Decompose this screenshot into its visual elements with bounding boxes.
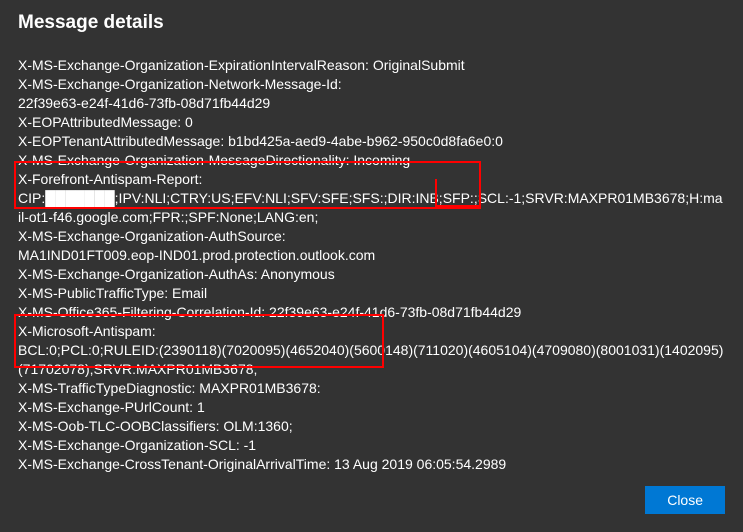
header-line: X-MS-Exchange-PUrlCount: 1	[18, 398, 725, 417]
header-line: X-Forefront-Antispam-Report:	[18, 170, 725, 189]
header-line: CIP:███████;IPV:NLI;CTRY:US;EFV:NLI;SFV:…	[18, 189, 725, 227]
header-line: X-EOPAttributedMessage: 0	[18, 113, 725, 132]
message-headers-body: X-MS-Exchange-Organization-ExpirationInt…	[18, 56, 725, 474]
header-line: X-MS-Exchange-Organization-AuthAs: Anony…	[18, 265, 725, 284]
header-line: X-MS-Exchange-Organization-Network-Messa…	[18, 75, 725, 94]
header-line: X-MS-Exchange-Organization-ExpirationInt…	[18, 56, 725, 75]
header-line: X-MS-Office365-Filtering-Correlation-Id:…	[18, 303, 725, 322]
dialog-title: Message details	[18, 12, 725, 34]
header-line: X-MS-Oob-TLC-OOBClassifiers: OLM:1360;	[18, 417, 725, 436]
close-button[interactable]: Close	[645, 486, 725, 514]
header-line: X-EOPTenantAttributedMessage: b1bd425a-a…	[18, 132, 725, 151]
header-line: X-Microsoft-Antispam:	[18, 322, 725, 341]
header-line: X-MS-Exchange-CrossTenant-OriginalArriva…	[18, 455, 725, 474]
header-line: X-MS-Exchange-Organization-SCL: -1	[18, 436, 725, 455]
header-line: X-MS-Exchange-Organization-MessageDirect…	[18, 151, 725, 170]
header-line: X-MS-PublicTrafficType: Email	[18, 284, 725, 303]
header-line: MA1IND01FT009.eop-IND01.prod.protection.…	[18, 246, 725, 265]
header-line: 22f39e63-e24f-41d6-73fb-08d71fb44d29	[18, 94, 725, 113]
header-line: BCL:0;PCL:0;RULEID:(2390118)(7020095)(46…	[18, 341, 725, 379]
dialog-footer: Close	[645, 486, 725, 514]
message-details-dialog: Message details X-MS-Exchange-Organizati…	[0, 0, 743, 532]
header-line: X-MS-TrafficTypeDiagnostic: MAXPR01MB367…	[18, 379, 725, 398]
header-line: X-MS-Exchange-Organization-AuthSource:	[18, 227, 725, 246]
